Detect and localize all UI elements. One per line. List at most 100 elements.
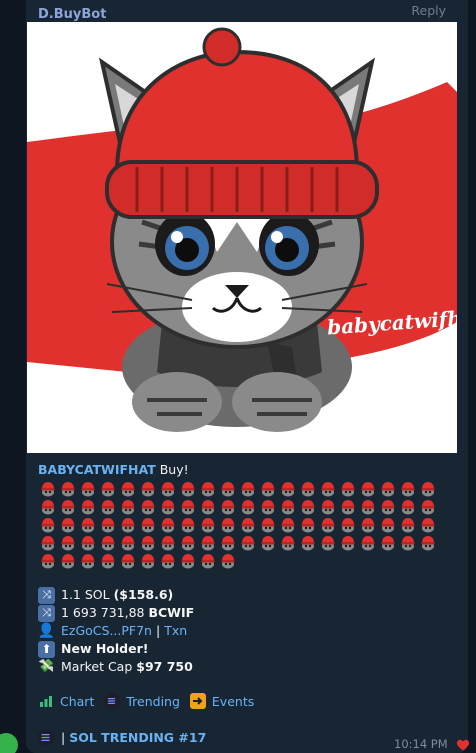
cat-red-hat-icon: [38, 552, 58, 570]
cat-red-hat-icon: [158, 516, 178, 534]
token-row: ⤨ 1 693 731,88 BCWIF: [38, 604, 194, 622]
events-link[interactable]: Events: [189, 693, 255, 709]
cat-red-hat-icon: [178, 498, 198, 516]
cat-red-hat-icon: [218, 498, 238, 516]
cat-red-hat-icon: [238, 516, 258, 534]
message-image[interactable]: babycatwifhat: [27, 22, 457, 453]
new-holder-row: ⬆ New Holder!: [38, 640, 194, 658]
solana-icon: [104, 693, 121, 709]
cat-red-hat-icon: [358, 534, 378, 552]
sol-amount: 1.1 SOL: [61, 587, 110, 602]
cat-red-hat-icon: [318, 480, 338, 498]
txn-link[interactable]: Txn: [164, 622, 187, 640]
cat-red-hat-icon: [238, 534, 258, 552]
cat-red-hat-icon: [398, 516, 418, 534]
cat-red-hat-icon: [118, 552, 138, 570]
market-cap-value: $97 750: [136, 659, 193, 674]
cat-red-hat-icon: [218, 534, 238, 552]
reply-button[interactable]: Reply: [411, 3, 446, 18]
token-amount: 1 693 731,88: [61, 605, 145, 620]
cat-red-hat-icon: [338, 534, 358, 552]
cat-red-hat-icon: [358, 498, 378, 516]
cat-red-hat-icon: [258, 498, 278, 516]
heart-reaction-icon[interactable]: [456, 737, 470, 751]
cat-red-hat-icon: [78, 498, 98, 516]
cat-red-hat-icon: [38, 480, 58, 498]
wallet-link[interactable]: EzGoCS...PF7n: [61, 622, 152, 640]
sender-name[interactable]: D.BuyBot: [38, 7, 106, 22]
cat-red-hat-icon: [158, 534, 178, 552]
cat-red-hat-icon: [318, 534, 338, 552]
buy-word: Buy!: [159, 462, 189, 477]
cat-red-hat-icon: [178, 516, 198, 534]
cat-red-hat-icon: [198, 480, 218, 498]
cat-red-hat-icon: [418, 480, 438, 498]
cat-red-hat-icon: [38, 498, 58, 516]
buy-stats: ⤨ 1.1 SOL ($158.6) ⤨ 1 693 731,88 BCWIF …: [38, 586, 194, 676]
cat-red-hat-icon: [358, 516, 378, 534]
chart-link[interactable]: Chart: [38, 693, 94, 709]
cat-red-hat-icon: [378, 516, 398, 534]
cat-red-hat-icon: [218, 516, 238, 534]
cat-red-hat-icon: [418, 498, 438, 516]
trending-label: Trending: [126, 693, 180, 709]
trending-text: SOL TRENDING #17: [69, 730, 207, 745]
trending-link[interactable]: Trending: [104, 693, 180, 709]
cat-red-hat-icon: [138, 498, 158, 516]
cat-red-hat-icon: [358, 480, 378, 498]
cat-red-hat-icon: [298, 516, 318, 534]
cat-red-hat-icon: [278, 516, 298, 534]
cat-red-hat-icon: [218, 480, 238, 498]
cat-red-hat-icon: [58, 498, 78, 516]
quick-links: Chart Trending Events: [38, 693, 264, 709]
cat-red-hat-icon: [278, 498, 298, 516]
cat-red-hat-icon: [58, 534, 78, 552]
cat-red-hat-icon: [138, 534, 158, 552]
sol-row: ⤨ 1.1 SOL ($158.6): [38, 586, 194, 604]
chart-icon: [38, 693, 54, 709]
new-holder-text: New Holder!: [61, 641, 149, 656]
cat-red-hat-icon: [378, 498, 398, 516]
market-cap-label: Market Cap: [61, 659, 133, 674]
cat-red-hat-icon: [138, 480, 158, 498]
cat-red-hat-icon: [318, 498, 338, 516]
cat-red-hat-icon: [158, 552, 178, 570]
sender-avatar[interactable]: [0, 733, 18, 753]
cat-red-hat-icon: [278, 534, 298, 552]
cat-red-hat-icon: [118, 534, 138, 552]
message-header: D.BuyBot Reply: [38, 3, 446, 22]
events-label: Events: [211, 693, 255, 709]
cat-red-hat-icon: [278, 480, 298, 498]
cat-red-hat-icon: [58, 480, 78, 498]
message-text: BABYCATWIFHAT Buy!: [38, 461, 448, 570]
cat-red-hat-icon: [158, 498, 178, 516]
cat-red-hat-icon: [398, 480, 418, 498]
cat-red-hat-icon: [298, 498, 318, 516]
cat-red-hat-icon: [138, 552, 158, 570]
token-link[interactable]: BABYCATWIFHAT: [38, 462, 156, 477]
cat-red-hat-icon: [198, 516, 218, 534]
cat-red-hat-icon: [258, 534, 278, 552]
cat-red-hat-icon: [58, 516, 78, 534]
cat-red-hat-icon: [298, 480, 318, 498]
cat-red-hat-icon: [398, 534, 418, 552]
cat-red-hat-icon: [78, 534, 98, 552]
cat-red-hat-icon: [258, 516, 278, 534]
cat-red-hat-icon: [318, 516, 338, 534]
trending-separator: |: [61, 730, 66, 745]
cat-red-hat-icon: [198, 498, 218, 516]
cat-with-red-hat-image: [27, 27, 457, 432]
cat-red-hat-icon: [338, 480, 358, 498]
cat-red-hat-icon: [298, 534, 318, 552]
cat-red-hat-icon: [58, 552, 78, 570]
cat-red-hat-icon: [178, 534, 198, 552]
cat-red-hat-icon: [78, 552, 98, 570]
cat-red-hat-icon: [118, 498, 138, 516]
cat-red-hat-icon: [158, 480, 178, 498]
cat-red-hat-icon: [98, 516, 118, 534]
right-arrow-icon: [189, 693, 206, 709]
cat-red-hat-icon: [378, 480, 398, 498]
cat-red-hat-icon: [98, 552, 118, 570]
sol-trending[interactable]: | SOL TRENDING #17: [38, 729, 206, 746]
cat-red-hat-icon: [178, 552, 198, 570]
